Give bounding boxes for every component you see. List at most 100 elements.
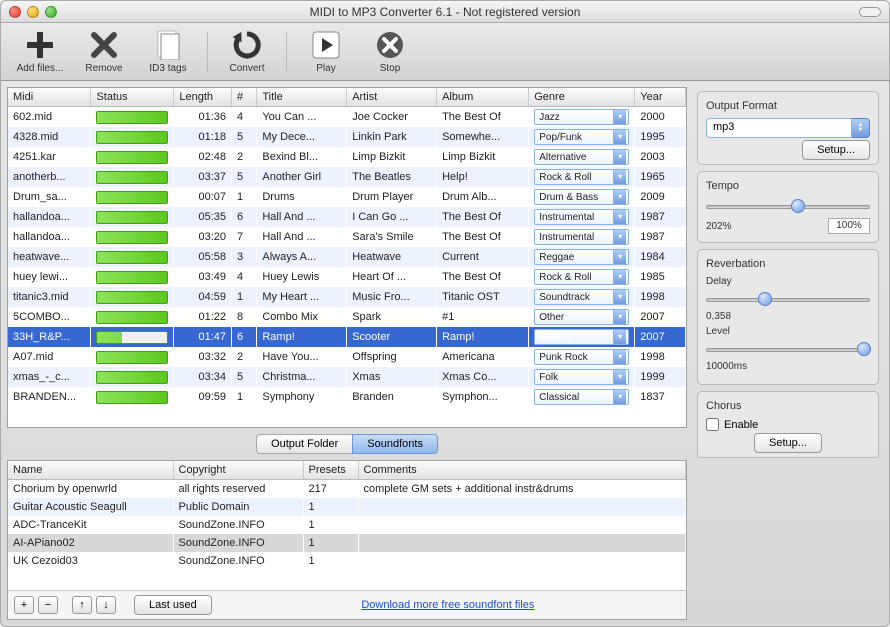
column-header[interactable]: Status	[91, 88, 174, 107]
genre-select[interactable]: Punk Rock	[534, 349, 629, 365]
soundfont-row[interactable]: AI-APiano02SoundZone.INFO1	[8, 534, 686, 552]
soundfont-scroll[interactable]: Chorium by openwrldall rights reserved21…	[8, 480, 686, 590]
delay-slider[interactable]	[706, 291, 870, 307]
file-table-header[interactable]: MidiStatusLength#TitleArtistAlbumGenreYe…	[8, 88, 686, 107]
genre-select[interactable]: Reggae	[534, 249, 629, 265]
table-row[interactable]: A07.mid03:322Have You...OffspringAmerica…	[8, 347, 686, 367]
play-button[interactable]: Play	[297, 29, 355, 74]
genre-select[interactable]: Other	[534, 309, 629, 325]
genre-select[interactable]: Soundtrack	[534, 289, 629, 305]
table-row[interactable]: 4328.mid01:185My Dece...Linkin ParkSomew…	[8, 127, 686, 147]
progress-bar	[96, 191, 168, 204]
bottom-tabs: Output Folder Soundfonts	[7, 434, 687, 454]
reverb-group: Reverbation Delay 0,358 Level 10000ms	[697, 249, 879, 385]
table-row[interactable]: huey lewi...03:494Huey LewisHeart Of ...…	[8, 267, 686, 287]
sf-move-up-button[interactable]: ↑	[72, 596, 92, 614]
delay-value: 0,358	[706, 311, 870, 322]
chevron-updown-icon: ▲▼	[852, 118, 870, 138]
soundfont-row[interactable]: ADC-TranceKitSoundZone.INFO1	[8, 516, 686, 534]
genre-select[interactable]: Pop/Funk	[534, 129, 629, 145]
table-row[interactable]: Drum_sa...00:071DrumsDrum PlayerDrum Alb…	[8, 187, 686, 207]
id3-tags-button[interactable]: ID3 tags	[139, 29, 197, 74]
genre-select[interactable]: Techno	[534, 329, 629, 345]
column-header[interactable]: Copyright	[173, 461, 303, 480]
file-table: MidiStatusLength#TitleArtistAlbumGenreYe…	[7, 87, 687, 428]
format-combo[interactable]: mp3 ▲▼	[706, 118, 870, 138]
column-header[interactable]: Length	[174, 88, 232, 107]
column-header[interactable]: Presets	[303, 461, 358, 480]
chorus-enable-checkbox[interactable]: Enable	[706, 418, 870, 431]
column-header[interactable]: #	[232, 88, 257, 107]
level-slider[interactable]	[706, 341, 870, 357]
genre-select[interactable]: Classical	[534, 389, 629, 405]
table-row[interactable]: 4251.kar02:482Bexind Bl...Limp BizkitLim…	[8, 147, 686, 167]
soundfont-header[interactable]: NameCopyrightPresetsComments	[8, 461, 686, 480]
stop-button[interactable]: Stop	[361, 29, 419, 74]
tab-output-folder[interactable]: Output Folder	[256, 434, 352, 454]
progress-bar	[96, 151, 168, 164]
progress-bar	[96, 351, 168, 364]
chorus-setup-button[interactable]: Setup...	[754, 433, 822, 453]
column-header[interactable]: Album	[437, 88, 529, 107]
sf-remove-button[interactable]: −	[38, 596, 58, 614]
format-setup-button[interactable]: Setup...	[802, 140, 870, 160]
table-row[interactable]: xmas_-_c...03:345Christma...XmasXmas Co.…	[8, 367, 686, 387]
add-files-button[interactable]: Add files...	[11, 29, 69, 74]
tempo-label: Tempo	[706, 180, 870, 192]
window-title: MIDI to MP3 Converter 6.1 - Not register…	[1, 5, 889, 19]
column-header[interactable]: Artist	[347, 88, 437, 107]
genre-select[interactable]: Jazz	[534, 109, 629, 125]
download-soundfonts-link[interactable]: Download more free soundfont files	[216, 599, 680, 611]
table-row[interactable]: hallandoa...05:356Hall And ...I Can Go .…	[8, 207, 686, 227]
genre-select[interactable]: Folk	[534, 369, 629, 385]
table-row[interactable]: 5COMBO...01:228Combo MixSpark#1Other2007	[8, 307, 686, 327]
tempo-slider[interactable]	[706, 198, 870, 214]
column-header[interactable]: Title	[257, 88, 347, 107]
table-row[interactable]: hallandoa...03:207Hall And ...Sara's Smi…	[8, 227, 686, 247]
right-pane: Output Format mp3 ▲▼ Setup... Tempo 202%…	[693, 87, 883, 620]
soundfont-row[interactable]: UK Cezoid03SoundZone.INFO1	[8, 552, 686, 570]
progress-bar	[96, 311, 168, 324]
genre-select[interactable]: Alternative	[534, 149, 629, 165]
table-row[interactable]: titanic3.mid04:591My Heart ...Music Fro.…	[8, 287, 686, 307]
toolbar-separator	[207, 32, 208, 72]
tempo-default-button[interactable]: 100%	[828, 218, 870, 234]
column-header[interactable]: Genre	[529, 88, 635, 107]
table-row[interactable]: 602.mid01:364You Can ...Joe CockerThe Be…	[8, 107, 686, 127]
toolbar-separator	[286, 32, 287, 72]
convert-icon	[231, 29, 263, 61]
column-header[interactable]: Midi	[8, 88, 91, 107]
file-table-scroll[interactable]: 602.mid01:364You Can ...Joe CockerThe Be…	[8, 107, 686, 427]
genre-select[interactable]: Instrumental	[534, 229, 629, 245]
column-header[interactable]: Year	[635, 88, 686, 107]
progress-bar	[96, 391, 168, 404]
convert-button[interactable]: Convert	[218, 29, 276, 74]
chorus-checkbox-input[interactable]	[706, 418, 719, 431]
sf-add-button[interactable]: +	[14, 596, 34, 614]
genre-select[interactable]: Instrumental	[534, 209, 629, 225]
sf-move-down-button[interactable]: ↓	[96, 596, 116, 614]
table-row[interactable]: 33H_R&P...01:476Ramp!ScooterRamp!Techno2…	[8, 327, 686, 347]
column-header[interactable]: Comments	[358, 461, 686, 480]
genre-select[interactable]: Rock & Roll	[534, 169, 629, 185]
tempo-value: 202%	[706, 221, 732, 232]
soundfont-bottombar: + − ↑ ↓ Last used Download more free sou…	[8, 590, 686, 619]
progress-bar	[96, 131, 168, 144]
soundfont-panel: NameCopyrightPresetsComments Chorium by …	[7, 460, 687, 620]
genre-select[interactable]: Drum & Bass	[534, 189, 629, 205]
table-row[interactable]: heatwave...05:583Always A...HeatwaveCurr…	[8, 247, 686, 267]
soundfont-row[interactable]: Chorium by openwrldall rights reserved21…	[8, 480, 686, 498]
play-label: Play	[316, 63, 335, 74]
add-files-label: Add files...	[17, 63, 64, 74]
titlebar: MIDI to MP3 Converter 6.1 - Not register…	[1, 1, 889, 23]
remove-button[interactable]: Remove	[75, 29, 133, 74]
progress-bar	[96, 111, 168, 124]
genre-select[interactable]: Rock & Roll	[534, 269, 629, 285]
sf-last-used-button[interactable]: Last used	[134, 595, 212, 615]
tab-soundfonts[interactable]: Soundfonts	[352, 434, 438, 454]
table-row[interactable]: anotherb...03:375Another GirlThe Beatles…	[8, 167, 686, 187]
table-row[interactable]: BRANDEN...09:591SymphonyBrandenSymphon..…	[8, 387, 686, 407]
column-header[interactable]: Name	[8, 461, 173, 480]
stop-icon	[374, 29, 406, 61]
soundfont-row[interactable]: Guitar Acoustic SeagullPublic Domain1	[8, 498, 686, 516]
